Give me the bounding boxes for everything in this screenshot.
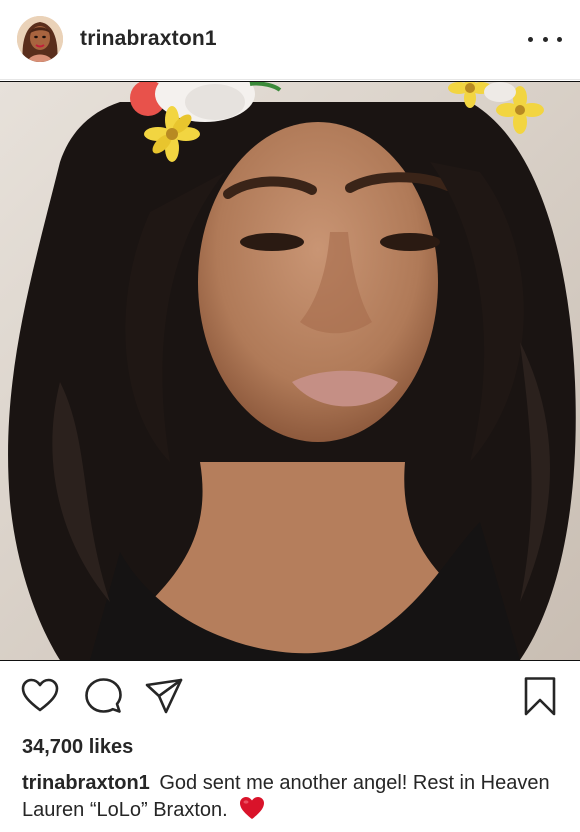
header-username[interactable]: trinabraxton1	[80, 27, 217, 51]
portrait-photo	[0, 82, 580, 660]
more-horizontal-icon	[557, 36, 562, 42]
more-options-button[interactable]	[528, 27, 562, 51]
red-heart-emoji-icon	[239, 796, 265, 827]
action-bar	[0, 676, 580, 720]
heart-icon[interactable]	[20, 676, 60, 716]
caption-username[interactable]: trinabraxton1	[22, 772, 150, 794]
likes-count[interactable]: 34,700 likes	[22, 736, 133, 759]
more-horizontal-icon	[528, 36, 533, 42]
more-horizontal-icon	[542, 36, 548, 42]
avatar[interactable]	[17, 16, 63, 62]
share-icon[interactable]	[144, 676, 184, 716]
bookmark-icon[interactable]	[520, 676, 560, 716]
post-caption: trinabraxton1 God sent me another angel!…	[22, 770, 552, 827]
instagram-post: trinabraxton1 34,700 likes trinabraxton1…	[0, 0, 580, 832]
post-header: trinabraxton1	[0, 0, 580, 80]
avatar-illustration	[17, 16, 63, 62]
post-photo[interactable]	[0, 81, 580, 661]
comment-icon[interactable]	[83, 676, 123, 716]
